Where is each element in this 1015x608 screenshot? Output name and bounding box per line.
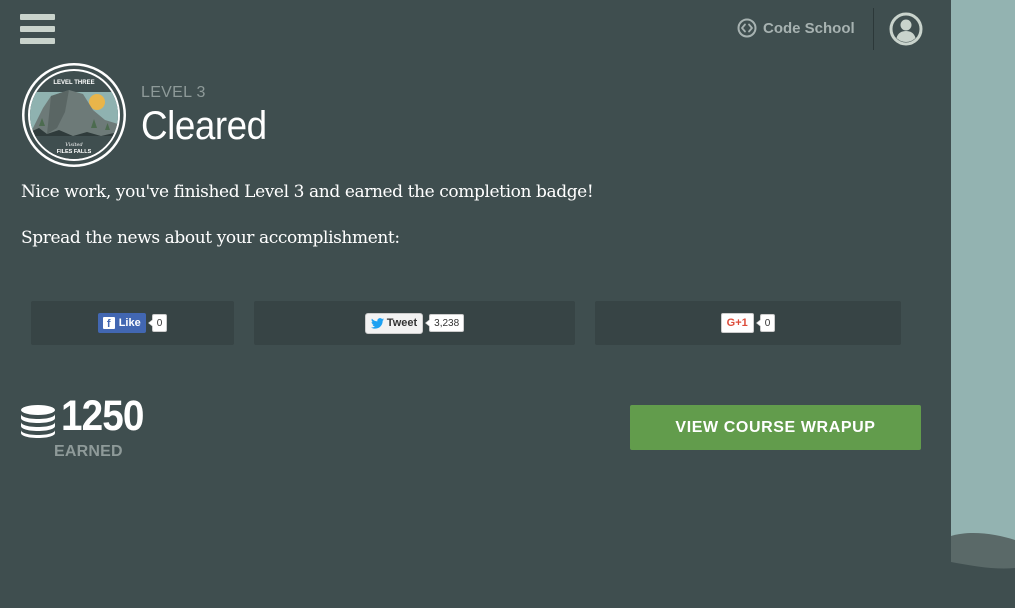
facebook-icon: f: [102, 317, 115, 330]
google-plus-count: 0: [755, 314, 776, 332]
hamburger-menu-icon[interactable]: [20, 14, 55, 45]
google-plus-label: G+1: [726, 317, 748, 329]
facebook-like-button[interactable]: f Like: [97, 313, 146, 333]
points-earned-value: 1250: [61, 392, 144, 440]
level-badge-image: LEVEL THREE Visited FILES FALLS: [22, 63, 126, 167]
facebook-like-label: Like: [118, 317, 141, 329]
share-prompt: Spread the news about your accomplishmen…: [21, 228, 400, 248]
twitter-bird-icon: [370, 317, 384, 329]
completion-message: Nice work, you've finished Level 3 and e…: [21, 182, 594, 202]
side-backdrop: [951, 0, 1015, 608]
facebook-share-box: f Like 0: [31, 301, 234, 345]
code-school-logo[interactable]: Code School: [737, 17, 855, 39]
badge-top-text: LEVEL THREE: [53, 80, 94, 86]
user-avatar-icon[interactable]: [889, 12, 923, 46]
points-earned-label: EARNED: [54, 443, 123, 460]
brand-label: Code School: [763, 19, 855, 37]
header-divider: [873, 8, 874, 50]
page-title: Cleared: [141, 104, 267, 148]
tweet-label: Tweet: [386, 317, 418, 329]
google-plus-one-button[interactable]: G+1: [720, 313, 754, 333]
level-kicker: LEVEL 3: [141, 84, 206, 101]
tweet-button[interactable]: Tweet: [364, 312, 424, 334]
badge-script-text: Visited: [65, 142, 82, 148]
coins-stack-icon: [21, 405, 55, 438]
badge-bottom-text: FILES FALLS: [57, 149, 92, 155]
view-course-wrapup-button[interactable]: VIEW COURSE WRAPUP: [630, 405, 921, 450]
googleplus-share-box: G+1 0: [595, 301, 901, 345]
tweet-count: 3,238: [425, 314, 465, 332]
level-complete-panel: Code School LEVEL THREE Visited FILES FA…: [0, 0, 951, 608]
code-brackets-icon: [737, 18, 757, 38]
twitter-share-box: Tweet 3,238: [254, 301, 575, 345]
facebook-like-count: 0: [147, 314, 168, 332]
